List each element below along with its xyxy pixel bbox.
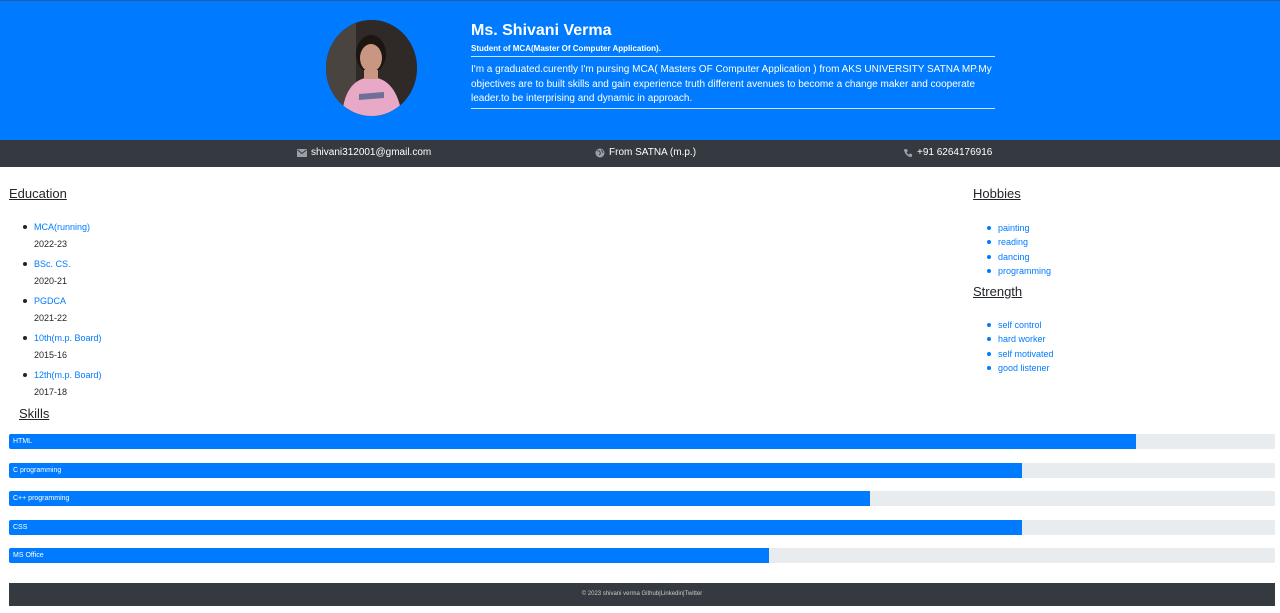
skill-progress: HTML xyxy=(9,434,1275,449)
skill-progress: C++ programming xyxy=(9,491,1275,506)
phone-icon xyxy=(903,148,912,157)
education-list: MCA(running) 2022-23 BSc. CS. 2020-21 PG… xyxy=(9,220,102,405)
education-degree: BSc. CS. xyxy=(34,259,71,269)
skill-progress: CSS xyxy=(9,520,1275,535)
contact-phone[interactable]: +91 6264176916 xyxy=(903,147,992,158)
skill-progress: C programming xyxy=(9,463,1275,478)
education-item: 12th(m.p. Board) 2017-18 xyxy=(9,368,102,405)
strength-item: self motivated xyxy=(973,347,1054,361)
hobbies-list: painting reading dancing programming xyxy=(973,221,1051,278)
contact-phone-text: +91 6264176916 xyxy=(917,147,993,158)
contact-bar: shivani312001@gmail.com From SATNA (m.p.… xyxy=(0,140,1280,167)
profile-header: Ms. Shivani Verma Student of MCA(Master … xyxy=(0,0,1280,140)
education-year: 2015-16 xyxy=(34,350,68,360)
profile-role: Student of MCA(Master Of Computer Applic… xyxy=(471,44,995,57)
education-degree: 12th(m.p. Board) xyxy=(34,370,102,380)
skill-progress-fill: MS Office xyxy=(9,548,769,563)
skills-title: Skills xyxy=(19,406,50,421)
education-item: 10th(m.p. Board) 2015-16 xyxy=(9,331,102,368)
contact-email-text: shivani312001@gmail.com xyxy=(311,147,432,158)
envelope-icon xyxy=(297,148,307,157)
globe-icon xyxy=(595,148,605,157)
contact-location: From SATNA (m.p.) xyxy=(595,147,696,158)
hobbies-title: Hobbies xyxy=(973,186,1021,201)
strength-list: self control hard worker self motivated … xyxy=(973,318,1054,375)
hobby-item: painting xyxy=(973,221,1051,235)
strength-item: good listener xyxy=(973,361,1054,375)
hobby-item: programming xyxy=(973,264,1051,278)
education-item: PGDCA 2021-22 xyxy=(9,294,102,331)
hobby-item: dancing xyxy=(973,250,1051,264)
hobby-item: reading xyxy=(973,235,1051,249)
strength-item: self control xyxy=(973,318,1054,332)
skill-progress-fill: C programming xyxy=(9,463,1022,478)
skill-progress-fill: CSS xyxy=(9,520,1022,535)
skill-progress-fill: HTML xyxy=(9,434,1136,449)
contact-location-text: From SATNA (m.p.) xyxy=(609,147,697,158)
skill-progress: MS Office xyxy=(9,548,1275,563)
strength-title: Strength xyxy=(973,284,1023,299)
education-degree: MCA(running) xyxy=(34,222,91,232)
avatar xyxy=(326,20,417,116)
strength-item: hard worker xyxy=(973,332,1054,346)
education-year: 2021-22 xyxy=(34,313,68,323)
education-year: 2020-21 xyxy=(34,276,68,286)
education-title: Education xyxy=(9,186,67,201)
profile-bio: I'm a graduated.curently I'm pursing MCA… xyxy=(471,63,995,109)
contact-email[interactable]: shivani312001@gmail.com xyxy=(297,147,431,158)
education-year: 2022-23 xyxy=(34,239,68,249)
education-item: BSc. CS. 2020-21 xyxy=(9,257,102,294)
profile-name: Ms. Shivani Verma xyxy=(471,22,612,39)
profile-text: Ms. Shivani Verma Student of MCA(Master … xyxy=(471,21,995,109)
skill-progress-fill: C++ programming xyxy=(9,491,870,506)
education-degree: PGDCA xyxy=(34,296,67,306)
footer: © 2023 shivani verma Github|Linkedin|Twi… xyxy=(9,583,1275,606)
education-item: MCA(running) 2022-23 xyxy=(9,220,102,257)
education-year: 2017-18 xyxy=(34,387,68,397)
profile-photo xyxy=(326,20,417,116)
education-degree: 10th(m.p. Board) xyxy=(34,333,102,343)
